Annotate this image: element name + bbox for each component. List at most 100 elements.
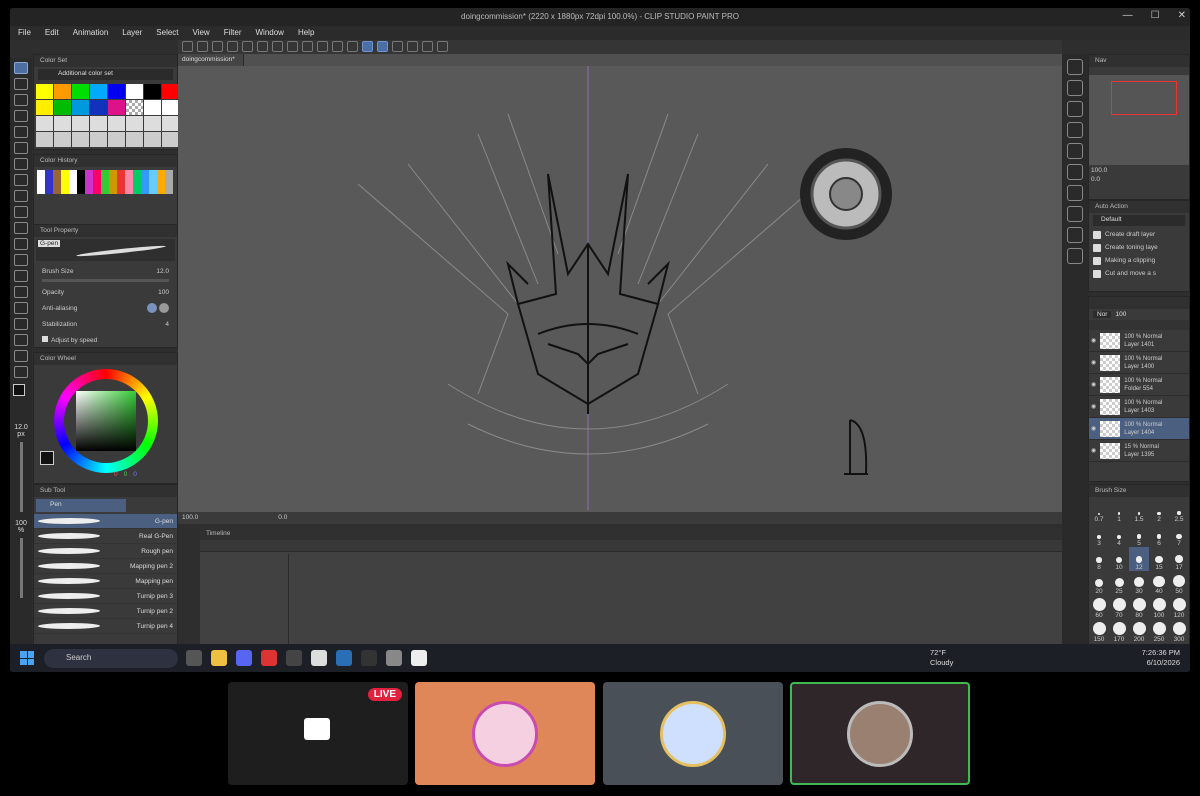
steam-icon[interactable]	[286, 650, 302, 666]
menu-edit[interactable]: Edit	[45, 28, 59, 40]
merge-icon[interactable]	[1067, 185, 1083, 201]
brush-size-row[interactable]: Brush Size 12.0	[34, 263, 177, 279]
help-icon[interactable]	[422, 41, 433, 52]
opera-icon[interactable]	[261, 650, 277, 666]
material-icon[interactable]	[1067, 80, 1083, 96]
deselect-icon[interactable]	[317, 41, 328, 52]
pen-tool-icon[interactable]	[14, 62, 28, 74]
history-swatch[interactable]	[149, 178, 157, 186]
history-swatch[interactable]	[141, 178, 149, 186]
history-swatch[interactable]	[149, 170, 157, 178]
fill-icon[interactable]	[287, 41, 298, 52]
brush-size-option[interactable]: 40	[1149, 571, 1169, 595]
snap-special-icon[interactable]	[377, 41, 388, 52]
history-swatch[interactable]	[133, 178, 141, 186]
brush-size-option[interactable]: 1.5	[1129, 499, 1149, 523]
brush-size-option[interactable]: 2	[1149, 499, 1169, 523]
history-swatch[interactable]	[165, 186, 173, 194]
history-swatch[interactable]	[125, 186, 133, 194]
hand-tool-icon[interactable]	[14, 350, 28, 362]
history-swatch[interactable]	[69, 186, 77, 194]
color-swatch[interactable]	[90, 100, 107, 115]
obs-icon[interactable]	[311, 650, 327, 666]
export-icon[interactable]	[227, 41, 238, 52]
history-swatch[interactable]	[109, 186, 117, 194]
brush-size-option[interactable]: 2.5	[1169, 499, 1189, 523]
checkbox[interactable]	[1093, 269, 1101, 278]
history-swatch[interactable]	[93, 186, 101, 194]
discord-icon[interactable]	[236, 650, 252, 666]
store-icon[interactable]	[336, 650, 352, 666]
clip-studio-icon[interactable]	[411, 650, 427, 666]
brush-size-option[interactable]: 12	[1129, 547, 1149, 571]
auto-action-item[interactable]: Create draft layer	[1089, 228, 1189, 241]
history-swatch[interactable]	[53, 186, 61, 194]
brush-size-option[interactable]: 25	[1109, 571, 1129, 595]
brush-size-option[interactable]: 4	[1109, 523, 1129, 547]
antialiasing-row[interactable]: Anti-aliasing	[34, 300, 177, 316]
history-swatch[interactable]	[101, 186, 109, 194]
checkbox[interactable]	[1093, 256, 1101, 265]
color-swatch[interactable]	[72, 116, 89, 131]
checkbox[interactable]	[1093, 243, 1101, 252]
color-swatch[interactable]	[36, 100, 53, 115]
history-swatch[interactable]	[53, 170, 61, 178]
snap-ruler-icon[interactable]	[362, 41, 373, 52]
brush-size-option[interactable]: 6	[1149, 523, 1169, 547]
gradient-tool-icon[interactable]	[14, 238, 28, 250]
menu-select[interactable]: Select	[156, 28, 178, 40]
color-swatch[interactable]	[54, 132, 71, 147]
history-swatch[interactable]	[157, 178, 165, 186]
color-swatch[interactable]	[72, 132, 89, 147]
brush-size-option[interactable]: 120	[1169, 595, 1189, 619]
blend-mode[interactable]: Nor	[1093, 311, 1112, 318]
history-swatch[interactable]	[117, 186, 125, 194]
history-swatch[interactable]	[93, 170, 101, 178]
history-swatch[interactable]	[85, 178, 93, 186]
history-swatch[interactable]	[45, 170, 53, 178]
history-swatch[interactable]	[37, 178, 45, 186]
history-swatch[interactable]	[69, 178, 77, 186]
maximize-icon[interactable]: ☐	[1151, 10, 1160, 21]
aa-medium-icon[interactable]	[147, 303, 157, 313]
chrome-icon[interactable]	[386, 650, 402, 666]
color-swatch[interactable]	[108, 116, 125, 131]
color-swatch[interactable]	[108, 132, 125, 147]
airbrush-tool-icon[interactable]	[14, 110, 28, 122]
history-swatch[interactable]	[149, 186, 157, 194]
sub-tool-item[interactable]: G-pen	[34, 514, 177, 529]
sub-tool-item[interactable]: Turnip pen 2	[34, 604, 177, 619]
color-swatch[interactable]	[36, 132, 53, 147]
sub-tool-item[interactable]: Mapping pen 2	[34, 559, 177, 574]
color-swatch[interactable]	[126, 132, 143, 147]
history-swatch[interactable]	[101, 170, 109, 178]
blend-tool-icon[interactable]	[14, 158, 28, 170]
fill-tool-icon[interactable]	[14, 222, 28, 234]
brush-size-option[interactable]: 200	[1129, 619, 1149, 643]
color-swatch[interactable]	[144, 116, 161, 131]
save-icon[interactable]	[212, 41, 223, 52]
opacity-row[interactable]: Opacity 100	[34, 284, 177, 300]
brush-size-option[interactable]: 50	[1169, 571, 1189, 595]
brush-size-option[interactable]: 250	[1149, 619, 1169, 643]
auto-action-item[interactable]: Cut and move a s	[1089, 267, 1189, 280]
cut-icon[interactable]	[1067, 122, 1083, 138]
file-explorer-icon[interactable]	[211, 650, 227, 666]
color-swatch[interactable]	[54, 116, 71, 131]
history-swatch[interactable]	[45, 186, 53, 194]
history-swatch[interactable]	[125, 170, 133, 178]
navigator-preview[interactable]	[1089, 75, 1189, 165]
history-swatch[interactable]	[109, 170, 117, 178]
transform-icon[interactable]	[302, 41, 313, 52]
history-swatch[interactable]	[77, 178, 85, 186]
menu-file[interactable]: File	[18, 28, 31, 40]
brush-size-option[interactable]: 170	[1109, 619, 1129, 643]
brush-size-option[interactable]: 70	[1109, 595, 1129, 619]
history-swatch[interactable]	[85, 170, 93, 178]
frame-icon[interactable]	[407, 41, 418, 52]
color-swatch[interactable]	[144, 100, 161, 115]
history-swatch[interactable]	[45, 178, 53, 186]
brush-size-option[interactable]: 300	[1169, 619, 1189, 643]
ruler-tool-icon[interactable]	[14, 318, 28, 330]
checkbox[interactable]	[1093, 230, 1101, 239]
